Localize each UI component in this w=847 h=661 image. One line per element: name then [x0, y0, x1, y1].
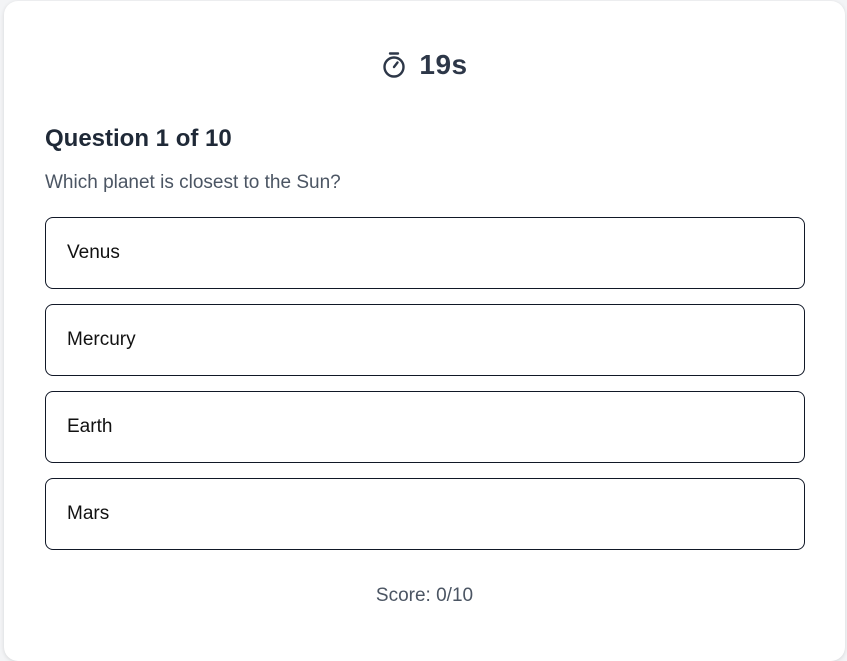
answer-option-venus[interactable]: Venus — [45, 217, 805, 289]
timer: 19s — [4, 45, 845, 85]
timer-value: 19s — [419, 49, 468, 80]
answer-option-mars[interactable]: Mars — [45, 478, 805, 550]
score-text: Score: 0/10 — [375, 585, 474, 606]
stopwatch-icon — [383, 52, 406, 78]
question-title: Question 1 of 10 — [45, 125, 232, 152]
answer-option-earth[interactable]: Earth — [45, 391, 805, 463]
answer-options: Venus Mercury Earth Mars — [45, 217, 805, 565]
answer-option-mercury[interactable]: Mercury — [45, 304, 805, 376]
question-text: Which planet is closest to the Sun? — [45, 172, 341, 193]
quiz-card: 19s Question 1 of 10 Which planet is clo… — [4, 1, 845, 661]
